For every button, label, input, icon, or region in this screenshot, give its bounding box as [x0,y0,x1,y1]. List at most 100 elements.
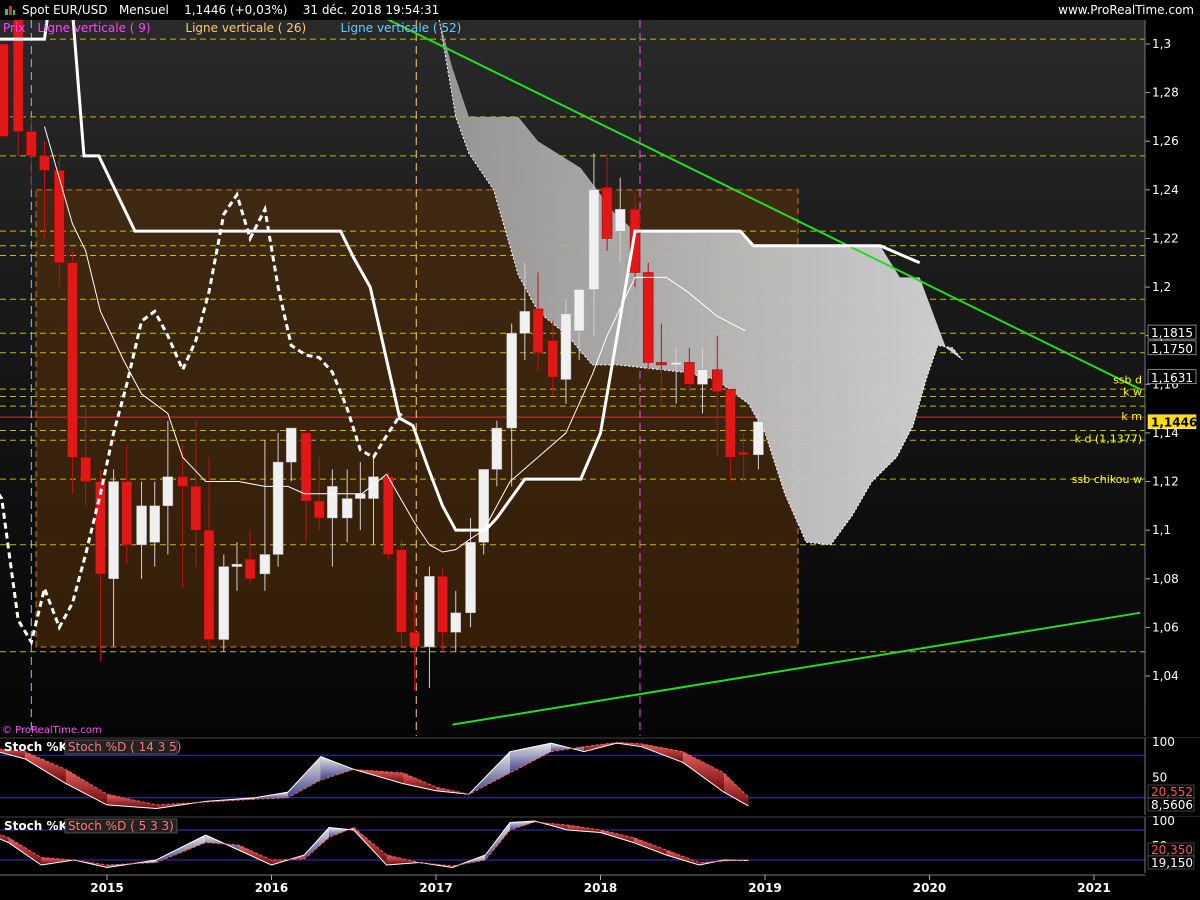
candle-body [588,189,600,290]
timeframe: Mensuel [118,3,169,17]
candle-body [26,131,37,157]
candle-body [300,432,312,502]
y-tick-label: 1,06 [1152,620,1179,634]
price-label: 1,1750 [1151,342,1193,356]
x-tick-label: 2021 [1077,881,1110,895]
candle-body [121,481,132,545]
candle-body [190,486,202,531]
window-title: Spot EUR/USD Mensuel 1,1446 (+0,03%) 31 … [22,0,439,20]
candle-body [614,209,626,232]
candle-body [437,576,448,633]
candle-body [149,505,160,543]
stoch1-panel-value: 8,5606 [1151,798,1193,812]
chart-icon [5,6,15,15]
candle-body [244,559,256,580]
stoch1-panel-title: Stoch %K [4,740,68,754]
candle-body [108,481,119,580]
candle-body [0,43,9,137]
stoch2-panel-title: Stoch %K [4,819,68,833]
legend-item: Ligne verticale ( 26) [185,21,306,35]
candle-body [629,209,641,273]
candle-body [272,461,284,555]
level-label: k w [1123,386,1142,399]
candle-body [285,427,297,463]
x-tick-label: 2018 [584,881,617,895]
level-label: k d (1,1377) [1075,433,1142,446]
candle-body [424,576,435,648]
instrument-name: Spot EUR/USD [22,3,108,17]
candle-body [80,456,91,482]
candle-body [656,362,667,366]
candle-body [203,529,215,640]
candle-body [231,563,243,567]
y-tick-label: 1,08 [1152,572,1179,586]
candle-body [136,505,147,545]
level-label: ssb d [1113,373,1142,386]
level-label: ssb chikou w [1072,473,1142,486]
candle-body [259,554,271,575]
candle-body [95,481,106,575]
candle-body [313,500,325,519]
candle-body [67,262,78,458]
legend-item: Prix [3,21,25,35]
y-tick-label: 1,26 [1152,134,1179,148]
watermark: © ProRealTime.com [2,725,102,736]
stoch2-panel-params: Stoch %D ( 5 3 3) [68,819,174,833]
candle-body [12,20,24,132]
candle-body [601,187,613,239]
x-tick-label: 2020 [913,881,946,895]
candle-body [670,362,682,366]
stoch1-panel-params: Stoch %D ( 14 3 5) [68,740,181,754]
candle-body [177,476,188,487]
candle-body [396,549,407,633]
quote-datetime: 31 déc. 2018 19:54:31 [302,3,440,17]
y-tick-label: 1,12 [1152,475,1179,489]
chart-canvas[interactable]: ssb dk w k m k d (1,1377) ssb chikou w Prix L… [0,20,1200,900]
candle-body [506,333,517,429]
price-label: 1,1631 [1151,371,1193,385]
candle-body [684,362,695,385]
chart-window: Spot EUR/USD Mensuel 1,1446 (+0,03%) 31 … [0,0,1200,900]
legend-item: Ligne verticale ( 52) [341,21,462,35]
level-label: k m [1121,410,1142,423]
last-quote: 1,1446 (+0,03%) [184,3,288,17]
x-tick-label: 2015 [90,881,123,895]
candle-body [465,542,476,614]
candle-body [162,476,174,507]
stoch1-panel-y-tick: 50 [1152,771,1167,785]
candle-body [738,452,749,456]
y-tick-label: 1,24 [1152,183,1179,197]
stoch1-panel-y-tick: 100 [1152,735,1175,749]
price-label: 1,1446 [1151,416,1197,430]
price-label: 1,1815 [1151,326,1193,340]
candle-body [560,313,572,380]
stoch2-panel-y-tick: 100 [1152,814,1175,828]
candle-body [697,369,708,385]
y-tick-label: 1,2 [1152,280,1171,294]
legend-item: Ligne verticale ( 9) [37,21,150,35]
y-tick-label: 1,3 [1152,37,1171,51]
candle-body [573,289,585,332]
candle-body [327,486,338,519]
y-tick-label: 1,28 [1152,86,1179,100]
candle-body [341,498,353,519]
candle-body [725,388,736,458]
candle-body [712,369,723,392]
x-tick-label: 2016 [255,881,288,895]
brand-url[interactable]: www.ProRealTime.com [1058,0,1194,20]
y-tick-label: 1,1 [1152,523,1171,537]
stoch2-panel-value: 20,350 [1151,843,1193,857]
candle-body [218,566,230,640]
candle-body [642,272,654,363]
candle-body [450,612,461,633]
candle-body [491,427,503,470]
candle-body [54,170,65,264]
candle-body [532,308,544,353]
stoch1-panel-value: 20,552 [1151,785,1193,799]
title-bar: Spot EUR/USD Mensuel 1,1446 (+0,03%) 31 … [0,0,1200,20]
candle-body [519,311,531,334]
stoch2-panel-value: 19,150 [1151,856,1193,870]
candle-body [753,421,764,456]
candle-body [355,493,366,499]
y-tick-label: 1,04 [1152,669,1179,683]
